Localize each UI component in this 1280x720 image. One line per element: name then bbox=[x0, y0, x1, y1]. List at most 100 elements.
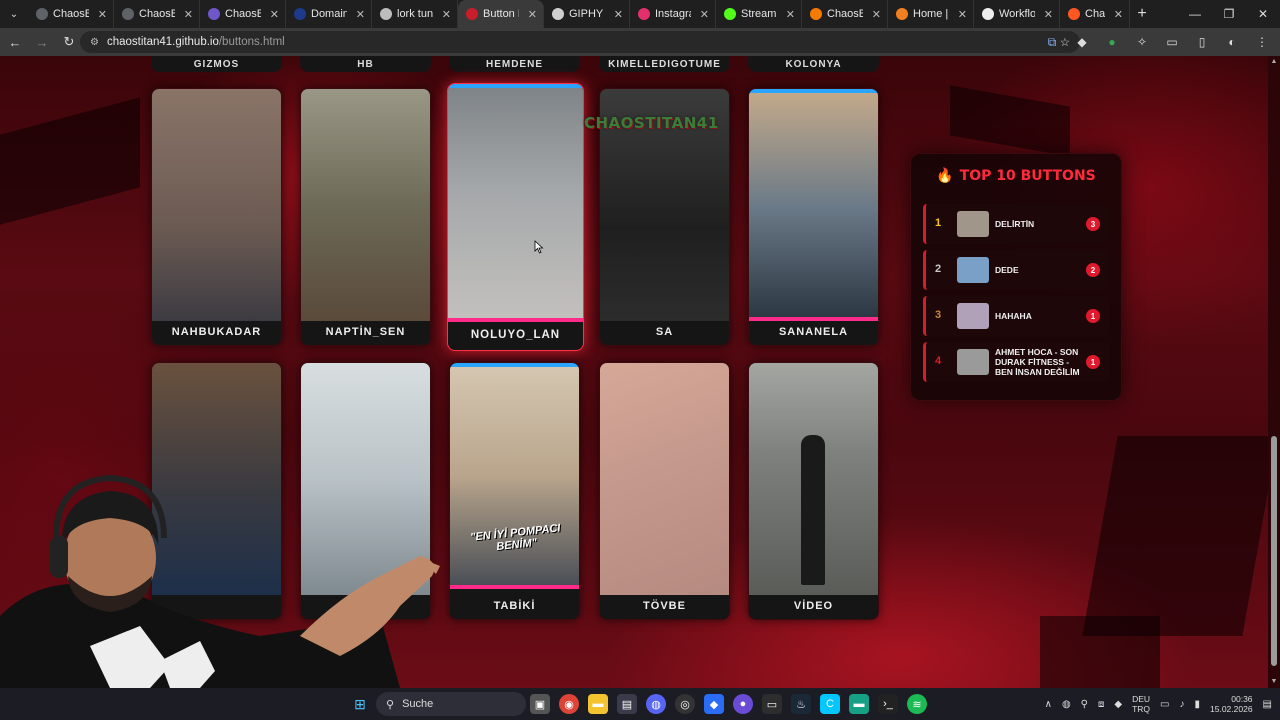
extension-icon[interactable]: ◆ bbox=[1072, 32, 1092, 52]
clock[interactable]: 00:36 15.02.2026 bbox=[1210, 694, 1253, 714]
app-icon[interactable]: C bbox=[820, 694, 840, 714]
browser-tab[interactable]: ChaosBOT ✕ bbox=[114, 0, 200, 28]
thumbnail-image bbox=[448, 88, 583, 318]
browser-tab[interactable]: ChaosBOT ✕ bbox=[200, 0, 286, 28]
extension-green-icon[interactable]: ● bbox=[1102, 32, 1122, 52]
browser-tab[interactable]: lork tunne ✕ bbox=[372, 0, 458, 28]
top10-item[interactable]: 3 HAHAHA 1 bbox=[923, 296, 1109, 336]
sound-button-label: NOLUYO_LAN bbox=[470, 329, 561, 341]
steam-icon[interactable]: ♨ bbox=[791, 694, 811, 714]
scroll-up-icon[interactable]: ▲ bbox=[1270, 58, 1278, 66]
app-icon[interactable]: ▬ bbox=[849, 694, 869, 714]
file-explorer-icon[interactable]: ▬ bbox=[588, 694, 608, 714]
github-desktop-icon[interactable]: ◎ bbox=[675, 694, 695, 714]
browser-tab[interactable]: Button Pa ✕ bbox=[458, 0, 544, 28]
sound-button-card[interactable]: NOLUYO_LAN bbox=[447, 83, 584, 351]
profile-avatar[interactable]: ◐ bbox=[1222, 32, 1242, 52]
sound-button-card[interactable]: VİDEO bbox=[748, 362, 879, 620]
store-icon[interactable]: ▤ bbox=[617, 694, 637, 714]
top10-item[interactable]: 2 DEDE 2 bbox=[923, 250, 1109, 290]
tab-close-icon[interactable]: ✕ bbox=[786, 8, 795, 21]
sound-button-card[interactable]: SANANELA bbox=[748, 88, 879, 346]
translate-icon[interactable]: ⧉ bbox=[1042, 32, 1062, 52]
battery-icon[interactable]: ▮ bbox=[1194, 699, 1200, 710]
tab-close-icon[interactable]: ✕ bbox=[1044, 8, 1053, 21]
chrome-icon[interactable]: ◉ bbox=[559, 694, 579, 714]
app-icon[interactable]: ▭ bbox=[762, 694, 782, 714]
browser-tab[interactable]: GIPHY - Be ✕ bbox=[544, 0, 630, 28]
back-icon[interactable]: ← bbox=[3, 30, 27, 54]
menu-icon[interactable]: ⋮ bbox=[1252, 32, 1272, 52]
notification-icon[interactable]: ▤ bbox=[1263, 699, 1272, 710]
discord-icon[interactable]: ◍ bbox=[646, 694, 666, 714]
sound-button-label: NAPTİN_SEN bbox=[325, 326, 406, 338]
tab-close-icon[interactable]: ✕ bbox=[1114, 8, 1123, 21]
microphone-icon[interactable]: ⚲ bbox=[1081, 699, 1088, 710]
button-card-top[interactable]: KOLONYA bbox=[748, 56, 879, 72]
terminal-icon[interactable]: ›_ bbox=[878, 694, 898, 714]
browser-tab[interactable]: Domains - ✕ bbox=[286, 0, 372, 28]
button-card-top[interactable]: HEMDENE bbox=[449, 56, 580, 72]
browser-tab[interactable]: ChaosBot ✕ bbox=[802, 0, 888, 28]
sound-button-label: SANANELA bbox=[778, 326, 849, 338]
top10-item[interactable]: 1 DELİRTİN 3 bbox=[923, 204, 1109, 244]
browser-tab[interactable]: Instagram ✕ bbox=[630, 0, 716, 28]
sound-button-card[interactable]: NAHBUKADAR bbox=[151, 88, 282, 346]
url-path: /buttons.html bbox=[218, 36, 285, 48]
browser-tab[interactable]: Stream - K ✕ bbox=[716, 0, 802, 28]
tab-title: ChaosBOT bbox=[225, 8, 261, 20]
tab-close-icon[interactable]: ✕ bbox=[98, 8, 107, 21]
site-info-icon[interactable]: ⚙ bbox=[90, 37, 99, 48]
sound-button-card[interactable]: NAPTİN_SEN bbox=[300, 88, 431, 346]
tray-app-icon[interactable]: ◆ bbox=[1114, 699, 1122, 710]
address-bar[interactable]: ⚙ chaostitan41.github.io/buttons.html ☆ bbox=[80, 31, 1080, 53]
reload-icon[interactable]: ↻ bbox=[57, 30, 81, 54]
new-tab-button[interactable]: + bbox=[1130, 5, 1154, 23]
sidebar-icon[interactable]: ▯ bbox=[1192, 32, 1212, 52]
button-card-top[interactable]: HB bbox=[300, 56, 431, 72]
taskbar-search[interactable]: ⚲ Suche bbox=[376, 692, 526, 716]
windows-start-icon[interactable]: ⊞ bbox=[350, 694, 370, 714]
browser-tab[interactable]: ChaosBOT ✕ bbox=[28, 0, 114, 28]
browser-tab[interactable]: ChaosTita ✕ bbox=[1060, 0, 1130, 28]
close-window-icon[interactable]: ✕ bbox=[1246, 0, 1280, 28]
extensions-puzzle-icon[interactable]: ✧ bbox=[1132, 32, 1152, 52]
forward-icon[interactable]: → bbox=[30, 30, 54, 54]
thumbnail-image bbox=[600, 363, 729, 595]
sound-button-card[interactable]: TÖVBE bbox=[599, 362, 730, 620]
tab-close-icon[interactable]: ✕ bbox=[442, 8, 451, 21]
rank-number: 1 bbox=[935, 217, 942, 229]
tray-overflow-icon[interactable]: ∧ bbox=[1045, 699, 1052, 710]
network-icon[interactable]: ▭ bbox=[1160, 699, 1169, 710]
tab-close-icon[interactable]: ✕ bbox=[958, 8, 967, 21]
volume-icon[interactable]: ♪ bbox=[1179, 699, 1184, 710]
page-scrollbar[interactable]: ▲ ▼ bbox=[1268, 56, 1280, 688]
cast-icon[interactable]: ▭ bbox=[1162, 32, 1182, 52]
browser-tab[interactable]: Home | Cl ✕ bbox=[888, 0, 974, 28]
tab-close-icon[interactable]: ✕ bbox=[614, 8, 623, 21]
tab-close-icon[interactable]: ✕ bbox=[270, 8, 279, 21]
task-view-icon[interactable]: ▣ bbox=[530, 694, 550, 714]
tab-close-icon[interactable]: ✕ bbox=[700, 8, 709, 21]
tab-close-icon[interactable]: ✕ bbox=[528, 8, 537, 21]
scrollbar-thumb[interactable] bbox=[1271, 436, 1277, 666]
spotify-icon[interactable]: ≋ bbox=[907, 694, 927, 714]
tab-close-icon[interactable]: ✕ bbox=[872, 8, 881, 21]
tab-title: Button Pa bbox=[483, 8, 519, 20]
scroll-down-icon[interactable]: ▼ bbox=[1270, 678, 1278, 686]
button-card-top[interactable]: GIZMOS bbox=[151, 56, 282, 72]
app-icon[interactable]: ◆ bbox=[704, 694, 724, 714]
button-card-top[interactable]: KIMELLEDIGOTUME bbox=[599, 56, 730, 72]
tab-close-icon[interactable]: ✕ bbox=[356, 8, 365, 21]
sound-button-card[interactable]: "EN İYİ POMPACI BENİM" TABİKİ bbox=[449, 362, 580, 620]
tab-search-icon[interactable]: ⌄ bbox=[0, 0, 28, 28]
browser-tab[interactable]: Workflow ✕ bbox=[974, 0, 1060, 28]
language-indicator[interactable]: DEU TRQ bbox=[1132, 694, 1150, 714]
tray-app-icon[interactable]: ◍ bbox=[1062, 699, 1071, 710]
restore-icon[interactable]: ❐ bbox=[1212, 0, 1246, 28]
app-icon[interactable]: ● bbox=[733, 694, 753, 714]
top10-item[interactable]: 4 AHMET HOCA - SON DURAK FİTNESS - BEN İN… bbox=[923, 342, 1109, 382]
tab-close-icon[interactable]: ✕ bbox=[184, 8, 193, 21]
minimize-icon[interactable]: — bbox=[1178, 0, 1212, 28]
tray-app-icon[interactable]: ⧈ bbox=[1098, 699, 1104, 710]
